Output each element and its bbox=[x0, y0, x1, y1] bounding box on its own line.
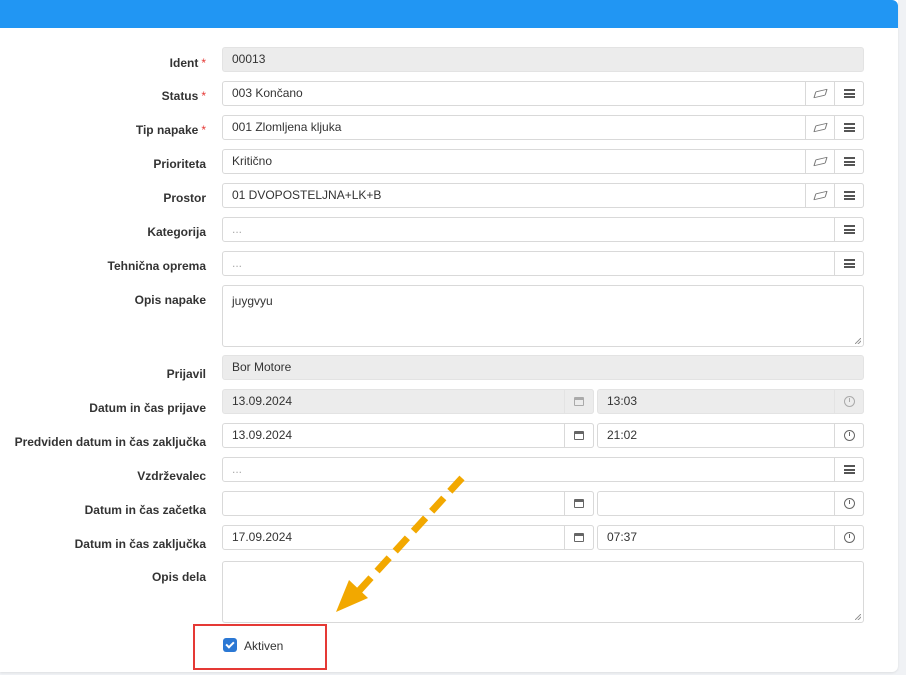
status-clear-button[interactable] bbox=[805, 81, 835, 106]
calendar-icon bbox=[574, 533, 584, 542]
highlight-box bbox=[193, 624, 327, 670]
opis-napake-label: Opis napake bbox=[134, 293, 206, 307]
list-icon bbox=[843, 157, 855, 166]
zakljucek-clock-button[interactable] bbox=[834, 525, 864, 550]
prostor-clear-button[interactable] bbox=[805, 183, 835, 208]
zakljucek-date: 17.09.2024 bbox=[232, 530, 293, 544]
zakljucek-date-field[interactable]: 17.09.2024 bbox=[222, 525, 594, 550]
zacetek-calendar-button[interactable] bbox=[564, 491, 594, 516]
prioriteta-clear-button[interactable] bbox=[805, 149, 835, 174]
calendar-icon bbox=[574, 499, 584, 508]
prijavil-value: Bor Motore bbox=[232, 360, 292, 374]
status-list-button[interactable] bbox=[834, 81, 864, 106]
list-icon bbox=[843, 259, 855, 268]
predviden-calendar-button[interactable] bbox=[564, 423, 594, 448]
tip-napake-list-button[interactable] bbox=[834, 115, 864, 140]
zacetek-date-field[interactable] bbox=[222, 491, 594, 516]
list-icon bbox=[843, 225, 855, 234]
list-icon bbox=[843, 123, 855, 132]
calendar-icon bbox=[574, 431, 584, 440]
prijavil-field: Bor Motore bbox=[222, 355, 864, 380]
datum-prijave-calendar-button bbox=[564, 389, 594, 414]
predviden-label: Predviden datum in čas zaključka bbox=[14, 435, 206, 449]
tehnicna-oprema-placeholder: ... bbox=[232, 256, 243, 270]
eraser-icon bbox=[812, 190, 828, 201]
vzdrzevalec-placeholder: ... bbox=[232, 462, 243, 476]
status-label: Status * bbox=[161, 89, 206, 103]
zacetek-time-field[interactable] bbox=[597, 491, 864, 516]
predviden-time: 21:02 bbox=[607, 428, 638, 442]
tip-napake-clear-button[interactable] bbox=[805, 115, 835, 140]
prostor-value: 01 DVOPOSTELJNA+LK+B bbox=[232, 188, 382, 202]
status-field[interactable]: 003 Končano bbox=[222, 81, 864, 106]
tehnicna-oprema-list-button[interactable] bbox=[834, 251, 864, 276]
datum-prijave-clock-button bbox=[834, 389, 864, 414]
resize-grip-icon[interactable] bbox=[855, 614, 861, 620]
datum-prijave-label: Datum in čas prijave bbox=[89, 401, 206, 415]
predviden-date-field[interactable]: 13.09.2024 bbox=[222, 423, 594, 448]
zacetek-label: Datum in čas začetka bbox=[84, 503, 206, 517]
opis-napake-textarea[interactable] bbox=[222, 285, 864, 347]
zakljucek-time-field[interactable]: 07:37 bbox=[597, 525, 864, 550]
vzdrzevalec-list-button[interactable] bbox=[834, 457, 864, 482]
tehnicna-oprema-label: Tehnična oprema bbox=[107, 259, 206, 273]
eraser-icon bbox=[812, 88, 828, 99]
predviden-time-field[interactable]: 21:02 bbox=[597, 423, 864, 448]
datum-prijave-time-field: 13:03 bbox=[597, 389, 864, 414]
prostor-label: Prostor bbox=[163, 191, 206, 205]
vzdrzevalec-field[interactable]: ... bbox=[222, 457, 864, 482]
list-icon bbox=[843, 191, 855, 200]
zakljucek-label: Datum in čas zaključka bbox=[74, 537, 206, 551]
prostor-list-button[interactable] bbox=[834, 183, 864, 208]
clock-icon bbox=[843, 396, 855, 407]
datum-prijave-time: 13:03 bbox=[607, 394, 638, 408]
status-value: 003 Končano bbox=[232, 86, 303, 100]
ident-value: 00013 bbox=[232, 52, 266, 66]
list-icon bbox=[843, 89, 855, 98]
prioriteta-field[interactable]: Kritično bbox=[222, 149, 864, 174]
resize-grip-icon[interactable] bbox=[855, 338, 861, 344]
prijavil-label: Prijavil bbox=[166, 367, 206, 381]
kategorija-list-button[interactable] bbox=[834, 217, 864, 242]
card-header bbox=[0, 0, 898, 28]
zakljucek-calendar-button[interactable] bbox=[564, 525, 594, 550]
datum-prijave-date-field: 13.09.2024 bbox=[222, 389, 594, 414]
clock-icon bbox=[843, 498, 855, 509]
eraser-icon bbox=[812, 156, 828, 167]
clock-icon bbox=[843, 430, 855, 441]
prostor-field[interactable]: 01 DVOPOSTELJNA+LK+B bbox=[222, 183, 864, 208]
prioriteta-label: Prioriteta bbox=[153, 157, 206, 171]
zacetek-clock-button[interactable] bbox=[834, 491, 864, 516]
clock-icon bbox=[843, 532, 855, 543]
prioriteta-value: Kritično bbox=[232, 154, 273, 168]
tip-napake-value: 001 Zlomljena kljuka bbox=[232, 120, 342, 134]
list-icon bbox=[843, 465, 855, 474]
kategorija-label: Kategorija bbox=[147, 225, 206, 239]
predviden-date: 13.09.2024 bbox=[232, 428, 293, 442]
tehnicna-oprema-field[interactable]: ... bbox=[222, 251, 864, 276]
opis-dela-textarea[interactable] bbox=[222, 561, 864, 623]
ident-field: 00013 bbox=[222, 47, 864, 72]
prioriteta-list-button[interactable] bbox=[834, 149, 864, 174]
zakljucek-time: 07:37 bbox=[607, 530, 638, 544]
kategorija-placeholder: ... bbox=[232, 222, 243, 236]
predviden-clock-button[interactable] bbox=[834, 423, 864, 448]
tip-napake-label: Tip napake * bbox=[135, 123, 206, 137]
opis-dela-label: Opis dela bbox=[151, 570, 206, 584]
form-card: Ident * 00013 Status * 003 Končano Tip nap… bbox=[0, 0, 898, 672]
kategorija-field[interactable]: ... bbox=[222, 217, 864, 242]
calendar-icon bbox=[574, 397, 584, 406]
vzdrzevalec-label: Vzdrževalec bbox=[137, 469, 206, 483]
ident-label: Ident * bbox=[169, 56, 206, 70]
eraser-icon bbox=[812, 122, 828, 133]
tip-napake-field[interactable]: 001 Zlomljena kljuka bbox=[222, 115, 864, 140]
datum-prijave-date: 13.09.2024 bbox=[232, 394, 293, 408]
